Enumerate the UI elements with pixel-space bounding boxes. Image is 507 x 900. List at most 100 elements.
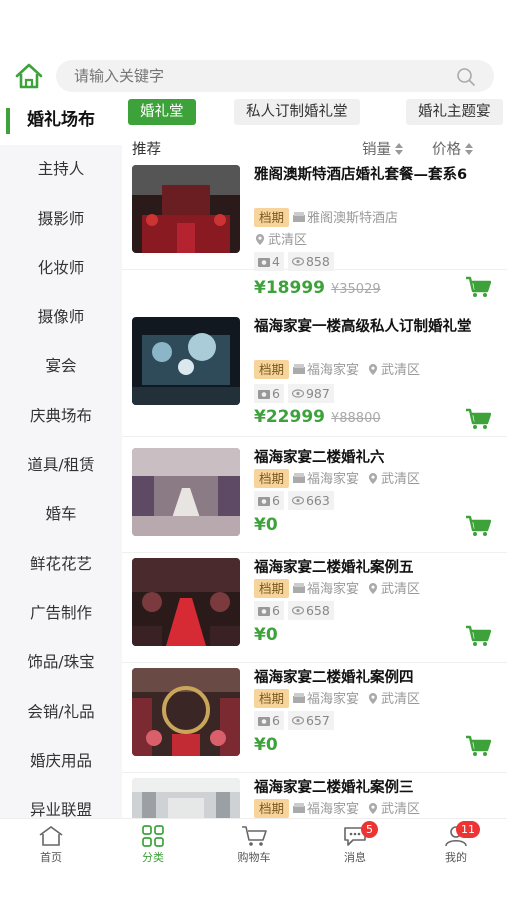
- nav-category[interactable]: 分类: [113, 825, 193, 865]
- sidebar-item-alliance[interactable]: 异业联盟: [0, 786, 122, 820]
- category-sidebar: 婚礼场布 主持人 摄影师 化妆师 摄像师 宴会 庆典场布 道具/租赁 婚车 鲜花…: [0, 96, 122, 820]
- view-count: 987: [287, 384, 334, 403]
- list-item[interactable]: 福海家宴二楼婚礼案例四 档期 福海家宴 武清区 6 657 ¥0: [122, 663, 507, 773]
- venue-icon: [293, 693, 306, 703]
- view-count: 658: [287, 601, 334, 620]
- product-thumbnail[interactable]: [132, 317, 240, 405]
- product-meta: 档期 福海家宴 武清区: [254, 689, 420, 709]
- nav-home[interactable]: 首页: [11, 825, 91, 865]
- nav-cart[interactable]: 购物车: [214, 825, 294, 865]
- eye-icon: [291, 389, 304, 398]
- sidebar-item-videographer[interactable]: 摄像师: [0, 293, 122, 342]
- view-count: 858: [287, 252, 334, 271]
- product-meta: 档期 雅阁澳斯特酒店: [254, 208, 398, 228]
- profile-badge: 11: [456, 821, 480, 838]
- venue-name: 福海家宴: [307, 363, 360, 378]
- product-thumbnail[interactable]: [132, 778, 240, 818]
- sidebar-item-banquet[interactable]: 宴会: [0, 342, 122, 391]
- view-count-value: 658: [305, 603, 330, 618]
- sidebar-item-wedding-car[interactable]: 婚车: [0, 490, 122, 539]
- product-title[interactable]: 福海家宴二楼婚礼案例五: [254, 557, 494, 579]
- location-pin-icon: [368, 473, 378, 484]
- sidebar-item-supplies[interactable]: 婚庆用品: [0, 737, 122, 786]
- sidebar-item-advertising[interactable]: 广告制作: [0, 589, 122, 638]
- add-to-cart-icon[interactable]: [465, 515, 492, 537]
- sidebar-item-props-rental[interactable]: 道具/租赁: [0, 441, 122, 490]
- list-item[interactable]: 福海家宴二楼婚礼六 档期 福海家宴 武清区 6 663 ¥0: [122, 443, 507, 553]
- current-price: ¥0: [254, 515, 278, 535]
- product-title[interactable]: 雅阁澳斯特酒店婚礼套餐—套系6: [254, 164, 494, 186]
- cart-icon: [242, 826, 267, 846]
- venue-name: 雅阁澳斯特酒店: [307, 211, 399, 226]
- sort-bar: 推荐 销量 价格: [122, 134, 507, 160]
- product-thumbnail[interactable]: [132, 165, 240, 253]
- product-title[interactable]: 福海家宴一楼高级私人订制婚礼堂: [254, 316, 494, 338]
- nav-messages[interactable]: 消息 5: [315, 821, 395, 865]
- view-count-value: 858: [305, 254, 330, 269]
- eye-icon: [291, 606, 304, 615]
- add-to-cart-icon[interactable]: [465, 276, 492, 298]
- district: 武清区: [381, 802, 421, 817]
- product-list: 雅阁澳斯特酒店婚礼套餐—套系6 档期 雅阁澳斯特酒店 武清区 4 858 ¥1899…: [122, 160, 507, 818]
- nav-category-label: 分类: [142, 851, 164, 864]
- schedule-badge[interactable]: 档期: [254, 208, 290, 227]
- list-item[interactable]: 福海家宴二楼婚礼案例五 档期 福海家宴 武清区 6 658 ¥0: [122, 553, 507, 663]
- product-title[interactable]: 福海家宴二楼婚礼案例四: [254, 667, 494, 689]
- sidebar-item-jewelry[interactable]: 饰品/珠宝: [0, 638, 122, 687]
- photo-count-value: 6: [272, 603, 280, 618]
- district: 武清区: [381, 582, 421, 597]
- product-title[interactable]: 福海家宴二楼婚礼六: [254, 447, 494, 469]
- product-stats: 6 657: [254, 711, 338, 731]
- schedule-badge[interactable]: 档期: [254, 469, 290, 488]
- nav-profile[interactable]: 我的 11: [416, 821, 496, 865]
- venue-name: 福海家宴: [307, 472, 360, 487]
- product-thumbnail[interactable]: [132, 668, 240, 756]
- sidebar-item-photographer[interactable]: 摄影师: [0, 195, 122, 244]
- list-item[interactable]: 雅阁澳斯特酒店婚礼套餐—套系6 档期 雅阁澳斯特酒店 武清区 4 858: [122, 160, 507, 271]
- location-pin-icon: [368, 693, 378, 704]
- product-stats: 6 658: [254, 601, 338, 621]
- product-meta: 档期 福海家宴 武清区: [254, 579, 420, 599]
- search-input[interactable]: [74, 60, 434, 92]
- add-to-cart-icon[interactable]: [465, 408, 492, 430]
- current-price: ¥0: [254, 735, 278, 755]
- list-item[interactable]: 福海家宴二楼婚礼案例三 档期 福海家宴 武清区: [122, 773, 507, 818]
- search-box[interactable]: [56, 60, 494, 92]
- product-thumbnail[interactable]: [132, 558, 240, 646]
- home-icon[interactable]: [14, 62, 44, 90]
- sort-price[interactable]: 价格: [432, 138, 473, 159]
- schedule-badge[interactable]: 档期: [254, 799, 290, 818]
- view-count-value: 657: [305, 713, 330, 728]
- search-icon[interactable]: [456, 67, 476, 87]
- tab-private-hall[interactable]: 私人订制婚礼堂: [234, 99, 360, 125]
- tab-wedding-hall[interactable]: 婚礼堂: [128, 99, 196, 125]
- sidebar-item-makeup[interactable]: 化妆师: [0, 244, 122, 293]
- eye-icon: [291, 716, 304, 725]
- sidebar-item-flowers[interactable]: 鲜花花艺: [0, 540, 122, 589]
- add-to-cart-icon[interactable]: [465, 735, 492, 757]
- sidebar-item-wedding-venue[interactable]: 婚礼场布: [0, 96, 122, 146]
- nav-profile-label: 我的: [445, 851, 467, 864]
- add-to-cart-icon[interactable]: [465, 625, 492, 647]
- venue-icon: [293, 803, 306, 813]
- schedule-badge[interactable]: 档期: [254, 579, 290, 598]
- location-pin-icon: [368, 583, 378, 594]
- list-item[interactable]: 福海家宴一楼高级私人订制婚礼堂 档期 福海家宴 武清区 6 987 ¥22999 ¥88…: [122, 312, 507, 437]
- product-title[interactable]: 福海家宴二楼婚礼案例三: [254, 777, 494, 799]
- sort-sales[interactable]: 销量: [362, 138, 403, 159]
- sidebar-item-celebration[interactable]: 庆典场布: [0, 392, 122, 441]
- schedule-badge[interactable]: 档期: [254, 360, 290, 379]
- schedule-badge[interactable]: 档期: [254, 689, 290, 708]
- tab-theme-banquet[interactable]: 婚礼主题宴: [406, 99, 503, 125]
- sort-price-label: 价格: [432, 142, 461, 158]
- bottom-tab-bar: 首页 分类 购物车 消息 5 我的 11: [0, 818, 507, 900]
- photo-icon: [258, 497, 270, 506]
- view-count-value: 987: [305, 386, 330, 401]
- sidebar-item-gifts[interactable]: 会销/礼品: [0, 688, 122, 737]
- product-stats: 6 663: [254, 491, 338, 511]
- product-thumbnail[interactable]: [132, 448, 240, 536]
- sidebar-item-host[interactable]: 主持人: [0, 145, 122, 194]
- sort-recommend[interactable]: 推荐: [132, 138, 161, 159]
- photo-count-value: 6: [272, 713, 280, 728]
- venue-icon: [293, 473, 306, 483]
